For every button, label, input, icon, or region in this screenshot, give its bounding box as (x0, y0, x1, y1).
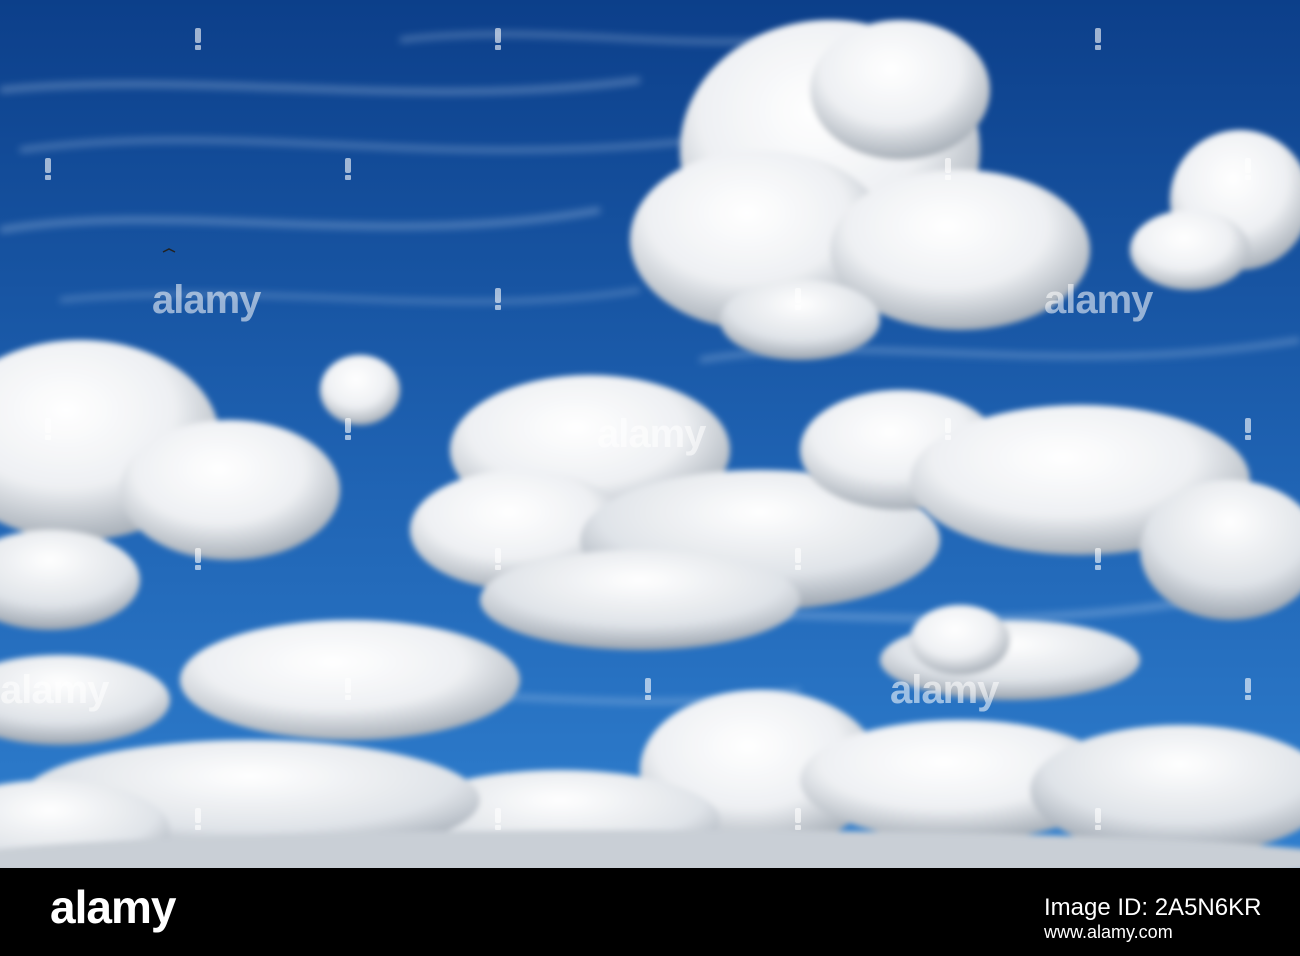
footer-bar: alamy Image ID: 2A5N6KR www.alamy.com (0, 868, 1300, 956)
image-id-label: Image ID: 2A5N6KR (1044, 894, 1262, 921)
site-url: www.alamy.com (1044, 922, 1173, 942)
sky-illustration (0, 0, 1300, 868)
cloud-small-puff (320, 355, 400, 425)
sky-photo (0, 0, 1300, 868)
photo-frame: alamy alamy alamy alamy alamy alamy Imag… (0, 0, 1300, 956)
alamy-logo: alamy (50, 881, 176, 933)
